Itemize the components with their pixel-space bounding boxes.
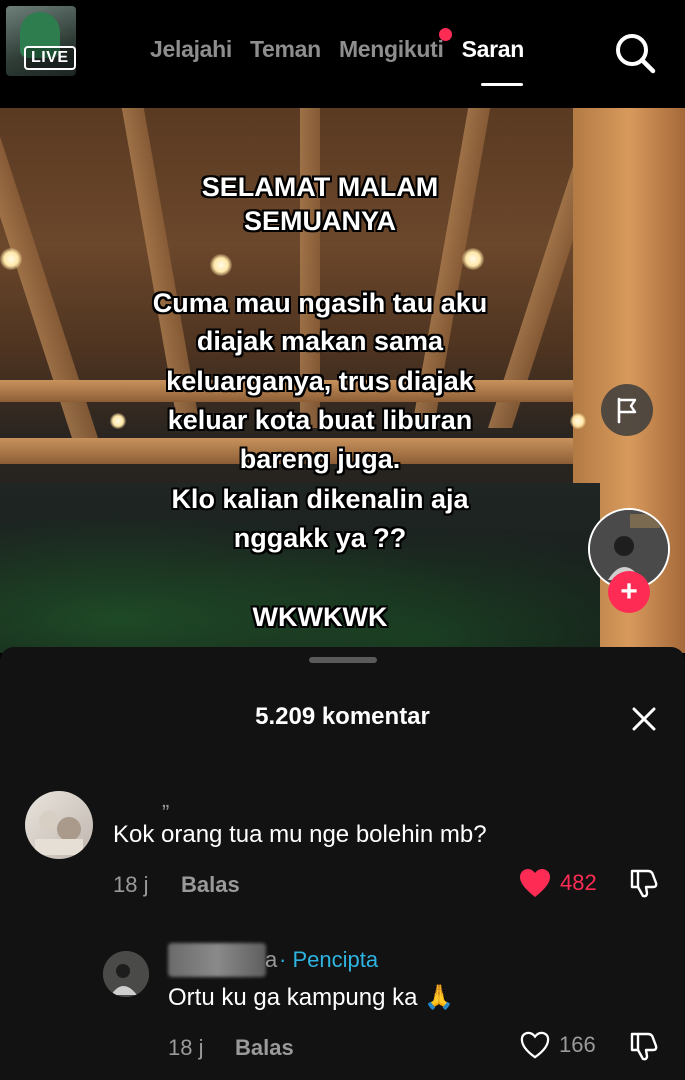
tab-mengikuti-label: Mengikuti	[338, 36, 444, 62]
live-button[interactable]: LIVE	[6, 6, 76, 76]
video-caption-line: diajak makan sama	[196, 326, 444, 356]
dislike-icon[interactable]	[628, 867, 660, 899]
dislike-icon[interactable]	[628, 1030, 660, 1062]
sheet-drag-handle[interactable]	[309, 657, 377, 663]
tab-jelajahi[interactable]: Jelajahi	[150, 36, 232, 63]
follow-plus-icon[interactable]: +	[608, 571, 650, 613]
ceiling-light	[0, 248, 22, 270]
video-caption-line: Cuma mau ngasih tau aku	[152, 288, 488, 318]
ceiling-light	[462, 248, 484, 270]
search-icon[interactable]	[612, 30, 658, 76]
feed-tabs: Jelajahi Teman Mengikuti Saran	[150, 28, 525, 63]
video-caption-line: SEMUANYA	[243, 206, 397, 236]
comments-count-title: 5.209 komentar	[255, 703, 430, 730]
creator-comment-avatar[interactable]	[103, 951, 149, 997]
close-icon[interactable]	[628, 703, 660, 735]
ceiling-light	[210, 254, 232, 276]
notification-dot	[438, 28, 452, 41]
like-button[interactable]: 482	[518, 867, 597, 899]
comment-text: Kok orang tua mu nge bolehin mb?	[113, 821, 487, 848]
heart-outline-icon	[520, 1031, 550, 1059]
tab-teman[interactable]: Teman	[250, 36, 321, 63]
redacted-username	[168, 943, 266, 977]
comment-username-suffix[interactable]: a	[265, 947, 277, 973]
comment-username[interactable]: „	[162, 787, 169, 813]
comment-timestamp: 18 j	[113, 872, 149, 897]
video-caption-line: SELAMAT MALAM	[201, 172, 439, 202]
video-caption-line: keluar kota buat liburan	[167, 405, 473, 435]
like-count: 166	[559, 1032, 596, 1057]
like-count: 482	[560, 870, 597, 895]
video-player[interactable]: SELAMAT MALAM SEMUANYA Cuma mau ngasih t…	[0, 108, 685, 653]
like-button[interactable]: 166	[519, 1030, 596, 1060]
heart-filled-icon	[520, 869, 550, 897]
comment-text: Ortu ku ga kampung ka 🙏	[168, 984, 455, 1011]
video-caption-line: Klo kalian dikenalin aja	[171, 484, 469, 514]
creator-badge: · Pencipta	[279, 947, 379, 972]
active-tab-indicator	[481, 83, 523, 86]
comment-timestamp: 18 j	[168, 1035, 204, 1060]
video-caption-line: nggakk ya ??	[233, 523, 407, 553]
commenter-avatar[interactable]	[25, 791, 93, 859]
video-caption-line: bareng juga.	[239, 444, 401, 474]
reply-button[interactable]: Balas	[235, 1035, 294, 1061]
top-bar: LIVE Jelajahi Teman Mengikuti Saran	[0, 0, 685, 108]
reply-button[interactable]: Balas	[181, 872, 240, 898]
live-label: LIVE	[24, 46, 76, 70]
tab-saran[interactable]: Saran	[462, 36, 525, 63]
video-caption-line: keluarganya, trus diajak	[166, 366, 474, 396]
video-caption-line: WKWKWK	[252, 602, 388, 632]
tab-mengikuti[interactable]: Mengikuti	[338, 28, 452, 63]
comment-reply-item: a · Pencipta Ortu ku ga kampung ka 🙏 18 …	[0, 939, 685, 1069]
flag-icon[interactable]	[601, 384, 653, 436]
comment-item: „ Kok orang tua mu nge bolehin mb? 18 j …	[0, 787, 685, 907]
comments-sheet: 5.209 komentar „ Kok orang tua mu nge bo…	[0, 647, 685, 1080]
